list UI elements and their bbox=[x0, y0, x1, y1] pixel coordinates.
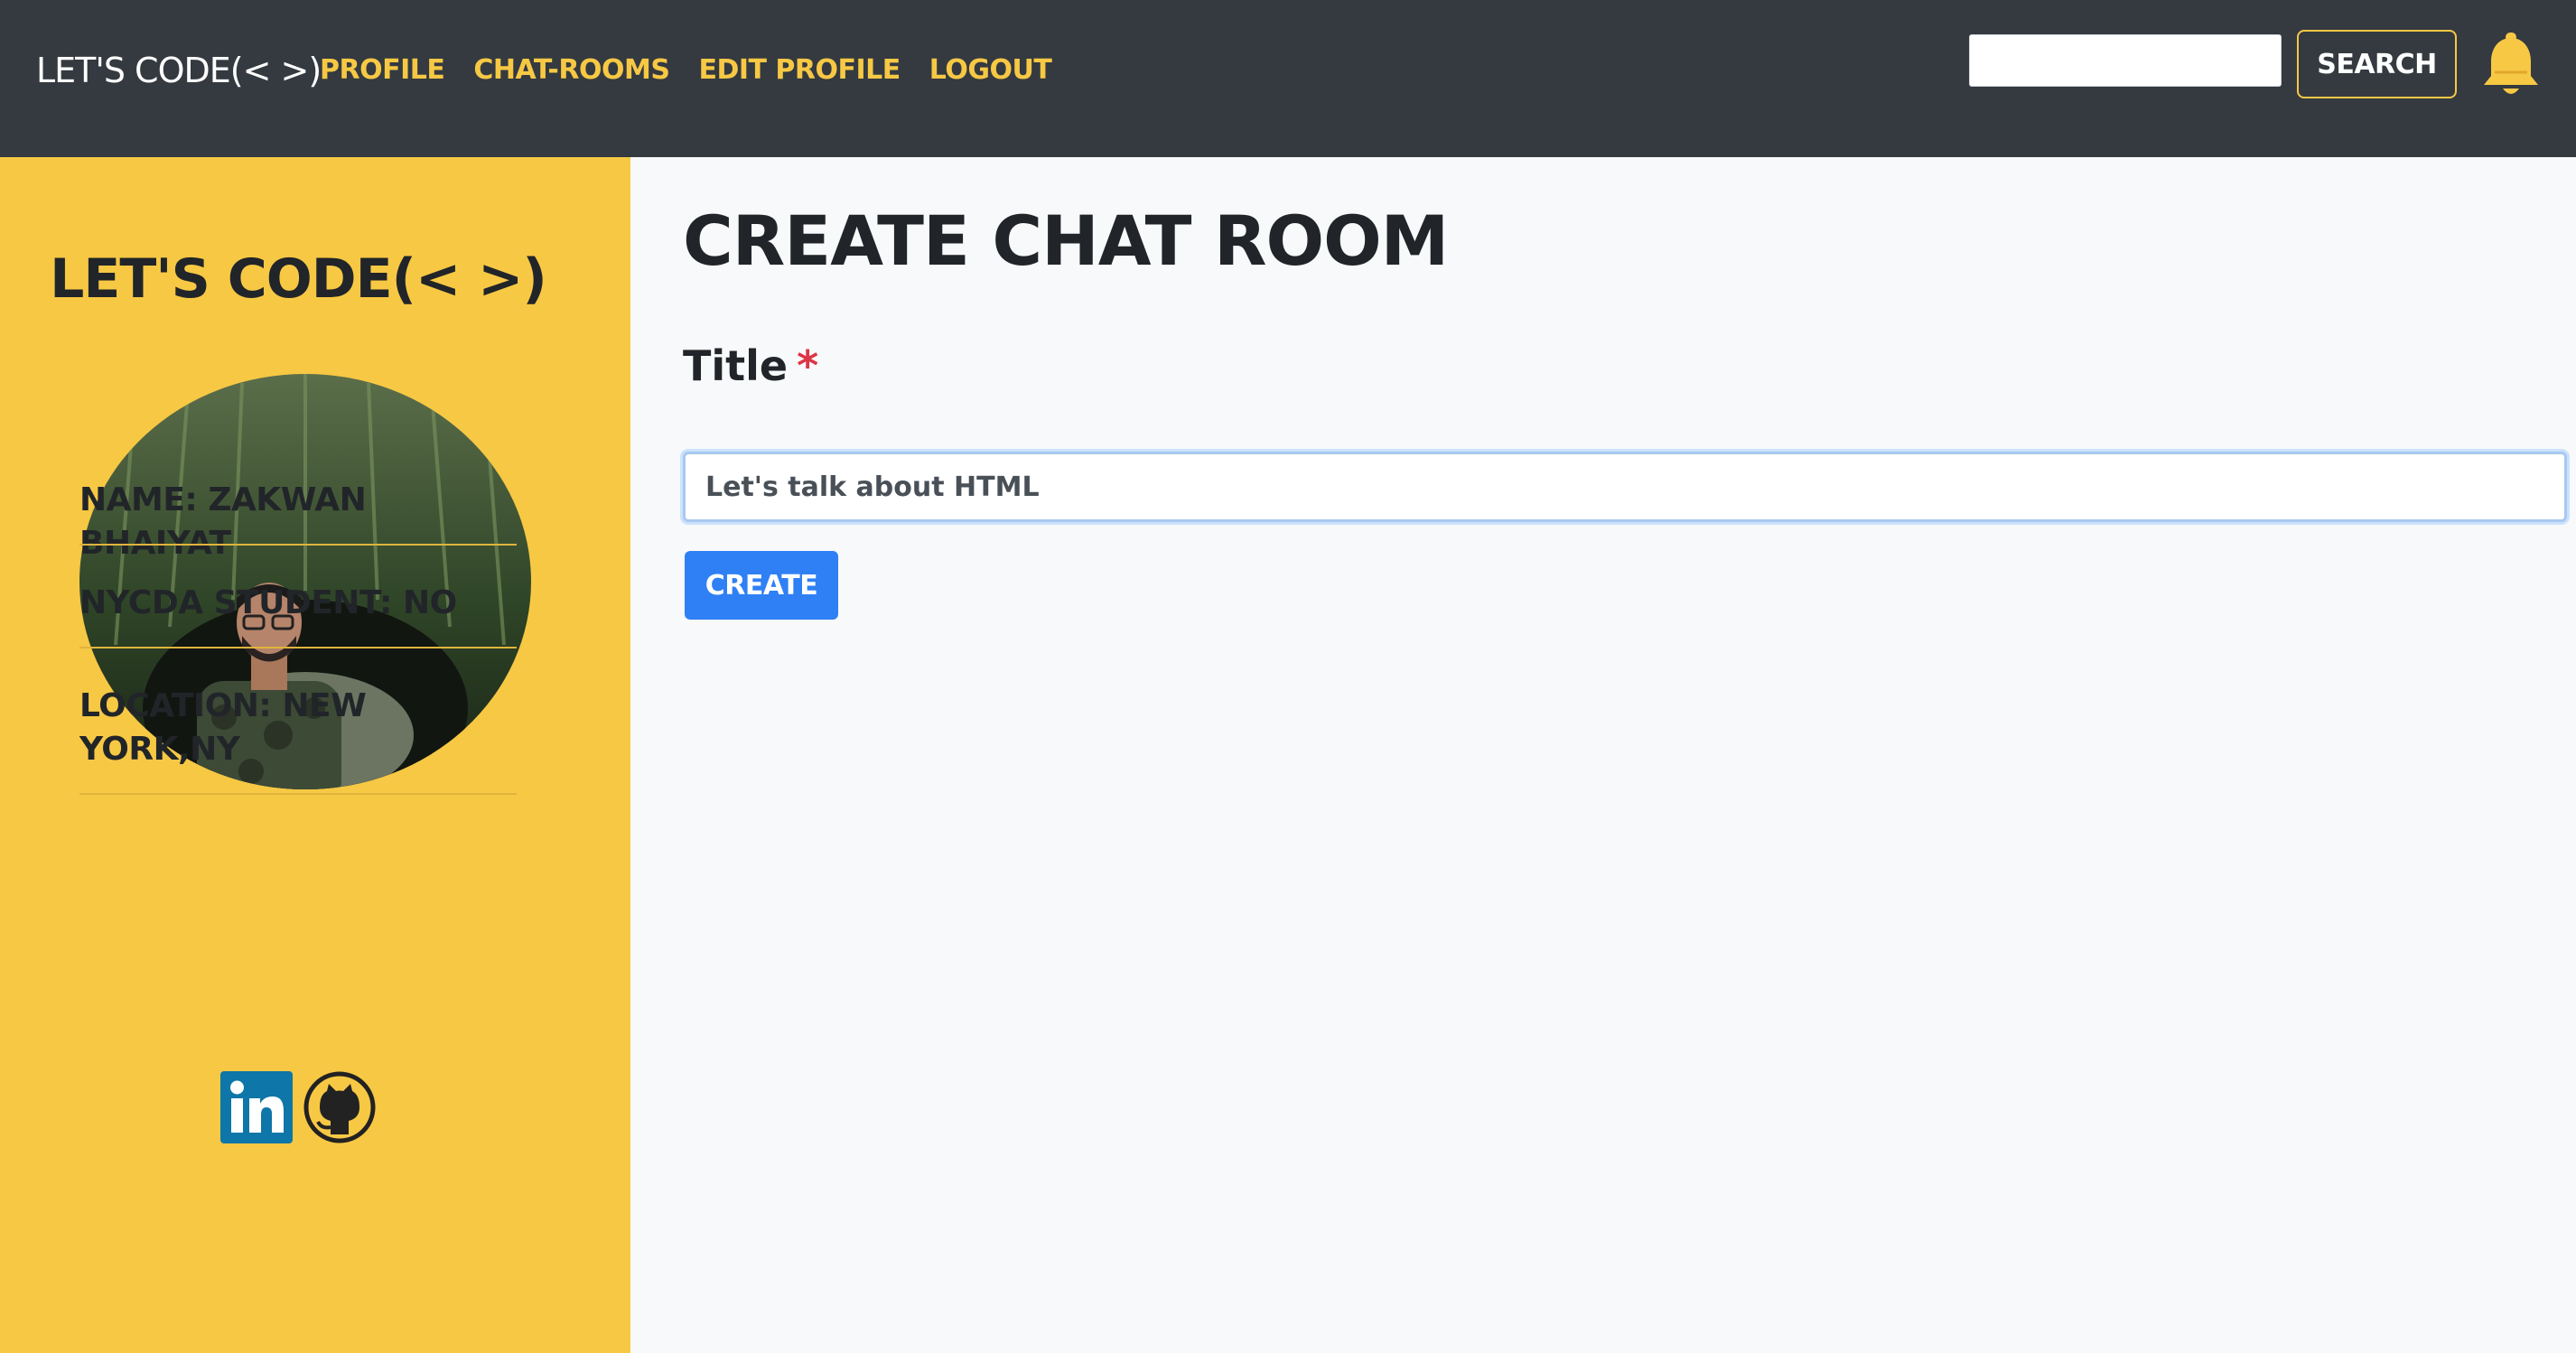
chat-room-title-input[interactable] bbox=[683, 452, 2567, 522]
divider bbox=[79, 647, 517, 649]
github-icon[interactable] bbox=[303, 1071, 376, 1147]
bell-icon[interactable] bbox=[2478, 33, 2543, 101]
nav-link-logout[interactable]: LOGOUT bbox=[929, 54, 1052, 86]
page-title: CREATE CHAT ROOM bbox=[683, 201, 1449, 281]
nav-link-profile[interactable]: PROFILE bbox=[320, 54, 445, 86]
linkedin-icon[interactable] bbox=[220, 1071, 293, 1147]
profile-name: NAME: ZAKWAN BHAIYAT bbox=[79, 481, 367, 562]
nav-link-chat-rooms[interactable]: CHAT-ROOMS bbox=[473, 54, 670, 86]
title-field-label: Title * bbox=[683, 341, 818, 390]
nav-link-edit-profile[interactable]: EDIT PROFILE bbox=[698, 54, 901, 86]
nav-links: PROFILE CHAT-ROOMS EDIT PROFILE LOGOUT bbox=[320, 54, 1052, 86]
search-button[interactable]: SEARCH bbox=[2297, 30, 2457, 98]
top-navbar: LET'S CODE(< >) PROFILE CHAT-ROOMS EDIT … bbox=[0, 0, 2576, 157]
search-input[interactable] bbox=[1969, 34, 2282, 87]
sidebar-title: LET'S CODE(< >) bbox=[50, 247, 547, 311]
divider bbox=[79, 793, 517, 795]
profile-student-status: NYCDA STUDENT: NO bbox=[79, 584, 457, 621]
profile-location: LOCATION: NEW YORK,NY bbox=[79, 687, 367, 768]
title-label-text: Title bbox=[683, 341, 789, 390]
divider bbox=[79, 544, 517, 546]
required-asterisk: * bbox=[797, 341, 819, 390]
profile-sidebar: LET'S CODE(< >) NAME: ZAKWAN BHAIYAT NYC… bbox=[0, 157, 630, 1353]
navbar-brand[interactable]: LET'S CODE(< >) bbox=[36, 51, 322, 90]
create-button[interactable]: CREATE bbox=[685, 551, 838, 620]
